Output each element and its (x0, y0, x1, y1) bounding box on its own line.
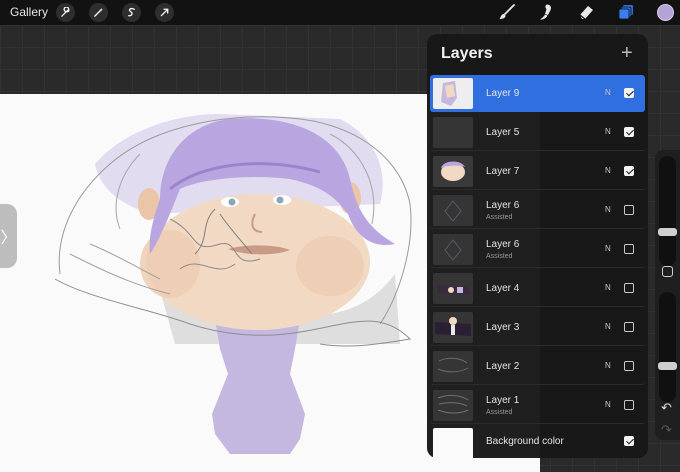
blend-mode[interactable]: N (605, 244, 611, 253)
layers-panel: Layers + Layer 9 N Layer 5 N Layer 7 N L… (427, 34, 648, 459)
layer-visibility-checkbox[interactable] (624, 244, 634, 254)
add-layer-button[interactable]: + (621, 42, 633, 65)
blend-mode[interactable]: N (605, 88, 611, 97)
layer-thumbnail (433, 195, 473, 226)
layers-panel-title: Layers (441, 45, 493, 62)
layer-thumbnail (433, 312, 473, 343)
layer-row[interactable]: Layer 2 N (430, 348, 645, 385)
layer-visibility-checkbox[interactable] (624, 205, 634, 215)
redo-icon[interactable]: ↷ (661, 422, 672, 438)
layer-visibility-checkbox[interactable] (624, 283, 634, 293)
wrench-icon[interactable] (56, 3, 75, 22)
eraser-icon[interactable] (576, 2, 596, 22)
layer-row[interactable]: Layer 3 N (430, 309, 645, 346)
transform-icon[interactable] (155, 3, 174, 22)
background-color-label: Background color (486, 436, 564, 447)
opacity-slider[interactable] (658, 292, 677, 402)
layer-visibility-checkbox[interactable] (624, 400, 634, 410)
modify-button[interactable] (662, 266, 673, 277)
layer-visibility-checkbox[interactable] (624, 322, 634, 332)
layer-thumbnail (433, 390, 473, 421)
blend-mode[interactable]: N (605, 322, 611, 331)
layer-row[interactable]: Layer 7 N (430, 153, 645, 190)
layer-name: Layer 2 (486, 361, 520, 372)
layer-name: Layer 9 (486, 88, 520, 99)
brush-slider-rail: ↶ ↷ (655, 150, 680, 440)
layer-name: Layer 1 (486, 395, 520, 406)
layer-thumbnail (433, 234, 473, 265)
blend-mode[interactable]: N (605, 127, 611, 136)
layer-thumbnail (433, 351, 473, 382)
chevron-right-icon: 〉 (0, 230, 17, 247)
layer-row[interactable]: Layer 1 Assisted N (430, 387, 645, 424)
layer-thumbnail (433, 78, 473, 109)
blend-mode[interactable]: N (605, 361, 611, 370)
brush-size-thumb[interactable] (658, 228, 677, 236)
undo-icon[interactable]: ↶ (661, 400, 672, 416)
layer-thumbnail (433, 117, 473, 148)
opacity-thumb[interactable] (658, 362, 677, 370)
layer-name: Layer 7 (486, 166, 520, 177)
brush-size-slider[interactable] (658, 156, 677, 266)
layer-name: Layer 3 (486, 322, 520, 333)
magic-wand-icon[interactable] (89, 3, 108, 22)
smudge-icon[interactable] (536, 2, 556, 22)
selection-icon[interactable] (122, 3, 141, 22)
top-toolbar: Gallery (0, 0, 680, 25)
background-color-row[interactable]: Background color (430, 425, 645, 462)
layer-row[interactable]: Layer 9 N (430, 75, 645, 112)
layer-subtitle: Assisted (486, 253, 513, 260)
brush-icon[interactable] (497, 2, 517, 22)
layer-row[interactable]: Layer 6 Assisted N (430, 192, 645, 229)
blend-mode[interactable]: N (605, 205, 611, 214)
layer-row[interactable]: Layer 5 N (430, 114, 645, 151)
layer-thumbnail (433, 273, 473, 304)
layer-visibility-checkbox[interactable] (624, 361, 634, 371)
layer-visibility-checkbox[interactable] (624, 166, 634, 176)
blend-mode[interactable]: N (605, 400, 611, 409)
layer-thumbnail (433, 156, 473, 187)
blend-mode[interactable]: N (605, 283, 611, 292)
gallery-button[interactable]: Gallery (10, 5, 48, 19)
layer-subtitle: Assisted (486, 214, 513, 221)
sidebar-collapse-handle[interactable]: 〉 (0, 204, 17, 268)
color-picker-button[interactable] (657, 4, 674, 21)
layer-name: Layer 4 (486, 283, 520, 294)
blend-mode[interactable]: N (605, 166, 611, 175)
layers-icon[interactable] (616, 2, 636, 22)
layer-visibility-checkbox[interactable] (624, 88, 634, 98)
background-visibility-checkbox[interactable] (624, 436, 634, 446)
layer-name: Layer 6 (486, 239, 520, 250)
layer-row[interactable]: Layer 6 Assisted N (430, 231, 645, 268)
layer-subtitle: Assisted (486, 409, 513, 416)
layer-row[interactable]: Layer 4 N (430, 270, 645, 307)
layer-visibility-checkbox[interactable] (624, 127, 634, 137)
layer-name: Layer 6 (486, 200, 520, 211)
layer-name: Layer 5 (486, 127, 520, 138)
background-color-swatch[interactable] (433, 428, 473, 459)
